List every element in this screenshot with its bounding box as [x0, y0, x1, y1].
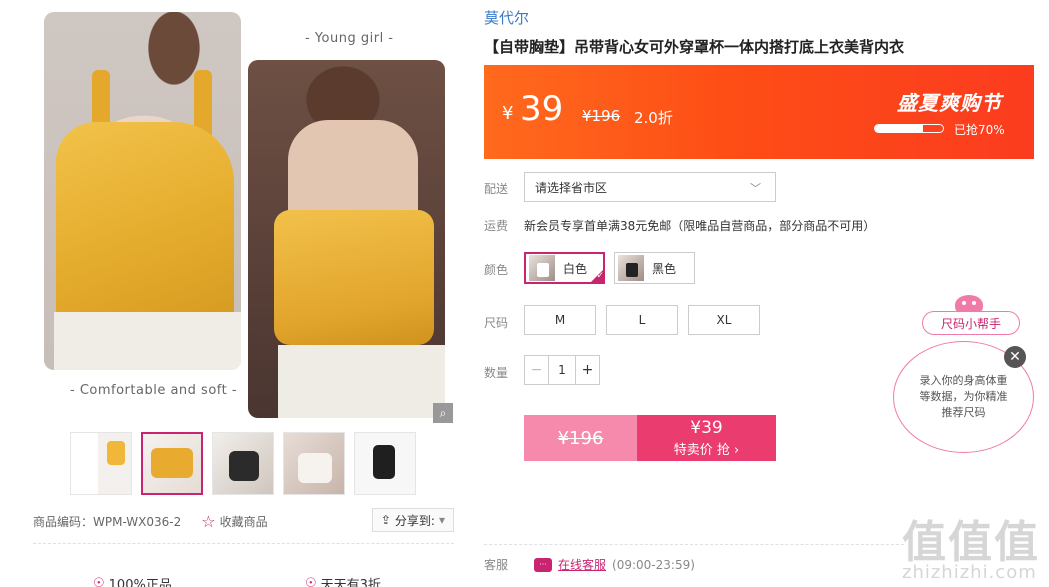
region-select[interactable]: 请选择省市区 ﹀: [524, 172, 776, 202]
shield-icon: ☉: [93, 576, 105, 587]
size-helper-button[interactable]: 尺码小帮手: [922, 311, 1020, 335]
favorite-label: 收藏商品: [219, 514, 268, 529]
customer-service-row: 客服 ··· 在线客服 (09:00-23:59): [484, 556, 695, 573]
thumbnail[interactable]: [283, 432, 345, 495]
online-service-link[interactable]: 在线客服: [558, 556, 606, 573]
thumbnail[interactable]: [70, 432, 132, 495]
brand-link[interactable]: 莫代尔: [484, 7, 529, 28]
photo-front-view: [44, 12, 241, 370]
sale-price: 39: [520, 89, 564, 129]
discount-rate: 2.0折: [634, 109, 673, 127]
buy-sale-price: ¥39: [690, 417, 723, 438]
size-helper-text: 录入你的身高体重等数据，为你精准推荐尺码: [919, 374, 1008, 419]
original-price: ¥196: [582, 107, 621, 125]
chevron-down-icon: ﹀: [750, 182, 761, 195]
color-name: 黑色: [652, 261, 677, 276]
quantity-stepper: − 1 +: [524, 355, 600, 385]
size-option-m[interactable]: M: [524, 305, 596, 335]
sku-code: 商品编码：WPM-WX036-2: [33, 514, 182, 529]
white-pants-back: [278, 345, 445, 418]
watermark-logo: 值值值: [902, 517, 1040, 568]
yellow-camisole: [56, 122, 234, 322]
chat-icon: ···: [534, 557, 553, 572]
delivery-label: 配送: [484, 182, 509, 196]
check-icon: ✓: [589, 268, 605, 284]
share-icon: ⇪: [380, 513, 391, 527]
main-product-image[interactable]: - Young girl - - Comfortable and soft - …: [43, 11, 453, 423]
caret-down-icon: ▾: [438, 513, 445, 527]
color-option-white[interactable]: 白色 ✓: [524, 252, 605, 284]
promise-label: 天天有3折: [320, 578, 381, 587]
watermark-text: zhizhizhi.com: [902, 562, 1037, 583]
quantity-value[interactable]: 1: [549, 356, 575, 384]
size-label: 尺码: [484, 316, 509, 330]
buy-button[interactable]: ¥196 ¥39 特卖价 抢 ›: [524, 415, 776, 461]
color-option-black[interactable]: 黑色: [614, 252, 695, 284]
size-option-xl[interactable]: XL: [688, 305, 760, 335]
swatch-black: [618, 255, 644, 281]
service-hours: (09:00-23:59): [612, 557, 695, 572]
color-label: 颜色: [484, 263, 509, 277]
event-name: 盛夏爽购节: [897, 91, 1002, 115]
caption-comfortable: - Comfortable and soft -: [70, 383, 238, 398]
zoom-icon[interactable]: ⌕: [433, 403, 453, 423]
yellow-camisole-back: [274, 210, 434, 345]
discount-icon: ☉: [305, 576, 317, 587]
white-pants: [54, 312, 241, 370]
swatch-white: [529, 255, 555, 281]
shipping-label: 运费: [484, 219, 509, 233]
currency-symbol: ¥: [502, 103, 514, 124]
increment-button[interactable]: +: [575, 356, 599, 384]
buy-cta-label: 特卖价 抢 ›: [673, 442, 740, 458]
service-label: 客服: [484, 558, 509, 572]
shipping-text: 新会员专享首单满38元免邮（限唯品自营商品，部分商品不可用）: [524, 219, 876, 233]
favorite-button[interactable]: ☆ 收藏商品: [201, 512, 267, 531]
quantity-label: 数量: [484, 366, 509, 380]
buy-original-price: ¥196: [524, 415, 637, 461]
region-placeholder: 请选择省市区: [535, 180, 608, 195]
sold-progress-bar: [874, 124, 944, 133]
sold-progress-fill: [875, 125, 923, 132]
sold-text: 已抢70%: [954, 123, 1005, 137]
thumbnail-strip: [70, 432, 416, 495]
color-name: 白色: [563, 261, 588, 276]
decrement-button[interactable]: −: [525, 356, 549, 384]
promise-label: 100%正品: [108, 578, 172, 587]
thumbnail-active[interactable]: [141, 432, 203, 495]
thumbnail[interactable]: [354, 432, 416, 495]
promise-authentic: ☉ 100%正品: [93, 574, 172, 587]
product-title: 【自带胸垫】吊带背心女可外穿罩杯一体内搭打底上衣美背内衣: [484, 38, 905, 56]
thumbnail[interactable]: [212, 432, 274, 495]
photo-back-view: [248, 60, 445, 418]
share-label: 分享到:: [394, 513, 435, 528]
promise-discount: ☉ 天天有3折: [305, 574, 381, 587]
share-button[interactable]: ⇪ 分享到: ▾: [371, 508, 454, 532]
helper-mascot-icon[interactable]: [953, 291, 985, 315]
star-icon: ☆: [201, 511, 216, 531]
divider: [484, 544, 904, 545]
close-icon[interactable]: ✕: [1004, 346, 1026, 368]
watermark: 值值值 zhizhizhi.com: [898, 506, 1048, 584]
caption-young-girl: - Young girl -: [305, 31, 394, 46]
size-option-l[interactable]: L: [606, 305, 678, 335]
price-banner: ¥ 39 ¥196 2.0折 盛夏爽购节 已抢70%: [484, 65, 1034, 159]
product-meta-row: 商品编码：WPM-WX036-2 ☆ 收藏商品 ⇪ 分享到: ▾: [33, 508, 454, 534]
divider: [33, 543, 454, 544]
buy-now[interactable]: ¥39 特卖价 抢 ›: [637, 415, 776, 461]
